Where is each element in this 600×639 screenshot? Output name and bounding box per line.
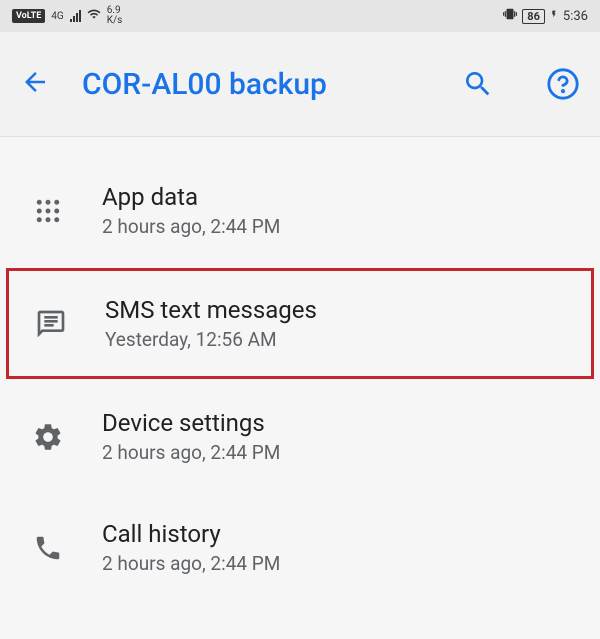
volte-badge: VoLTE xyxy=(12,9,45,23)
list-item-call-history[interactable]: Call history 2 hours ago, 2:44 PM xyxy=(0,492,600,603)
gear-icon xyxy=(30,419,66,455)
wifi-icon xyxy=(87,7,101,25)
phone-icon xyxy=(30,530,66,566)
status-left: VoLTE 4G 6.9 K/s xyxy=(12,6,122,26)
status-bar: VoLTE 4G 6.9 K/s 86 5:36 xyxy=(0,0,600,32)
clock-time: 5:36 xyxy=(563,9,588,24)
item-subtitle: 2 hours ago, 2:44 PM xyxy=(102,215,280,238)
item-title: SMS text messages xyxy=(105,296,317,324)
charging-icon xyxy=(550,7,558,25)
help-button[interactable] xyxy=(546,67,580,101)
item-subtitle: 2 hours ago, 2:44 PM xyxy=(102,441,280,464)
item-subtitle: Yesterday, 12:56 AM xyxy=(105,328,317,351)
item-title: Device settings xyxy=(102,409,280,437)
backup-list: App data 2 hours ago, 2:44 PM SMS text m… xyxy=(0,137,600,603)
data-rate: 6.9 K/s xyxy=(107,6,123,26)
list-item-device-settings[interactable]: Device settings 2 hours ago, 2:44 PM xyxy=(0,381,600,492)
back-button[interactable] xyxy=(20,67,50,101)
item-title: Call history xyxy=(102,520,280,548)
item-subtitle: 2 hours ago, 2:44 PM xyxy=(102,552,280,575)
item-title: App data xyxy=(102,183,280,211)
search-button[interactable] xyxy=(462,68,494,100)
item-text: Call history 2 hours ago, 2:44 PM xyxy=(102,520,280,575)
vibrate-icon xyxy=(503,7,517,25)
item-text: App data 2 hours ago, 2:44 PM xyxy=(102,183,280,238)
signal-bars-icon xyxy=(70,10,81,22)
app-bar: COR-AL00 backup xyxy=(0,32,600,137)
list-item-app-data[interactable]: App data 2 hours ago, 2:44 PM xyxy=(0,155,600,266)
status-right: 86 5:36 xyxy=(503,7,588,25)
network-type: 4G xyxy=(51,11,63,22)
item-text: Device settings 2 hours ago, 2:44 PM xyxy=(102,409,280,464)
list-item-sms[interactable]: SMS text messages Yesterday, 12:56 AM xyxy=(6,268,594,379)
apps-grid-icon xyxy=(30,193,66,229)
item-text: SMS text messages Yesterday, 12:56 AM xyxy=(105,296,317,351)
page-title: COR-AL00 backup xyxy=(82,67,430,102)
battery-indicator: 86 xyxy=(522,9,545,24)
message-icon xyxy=(33,306,69,342)
